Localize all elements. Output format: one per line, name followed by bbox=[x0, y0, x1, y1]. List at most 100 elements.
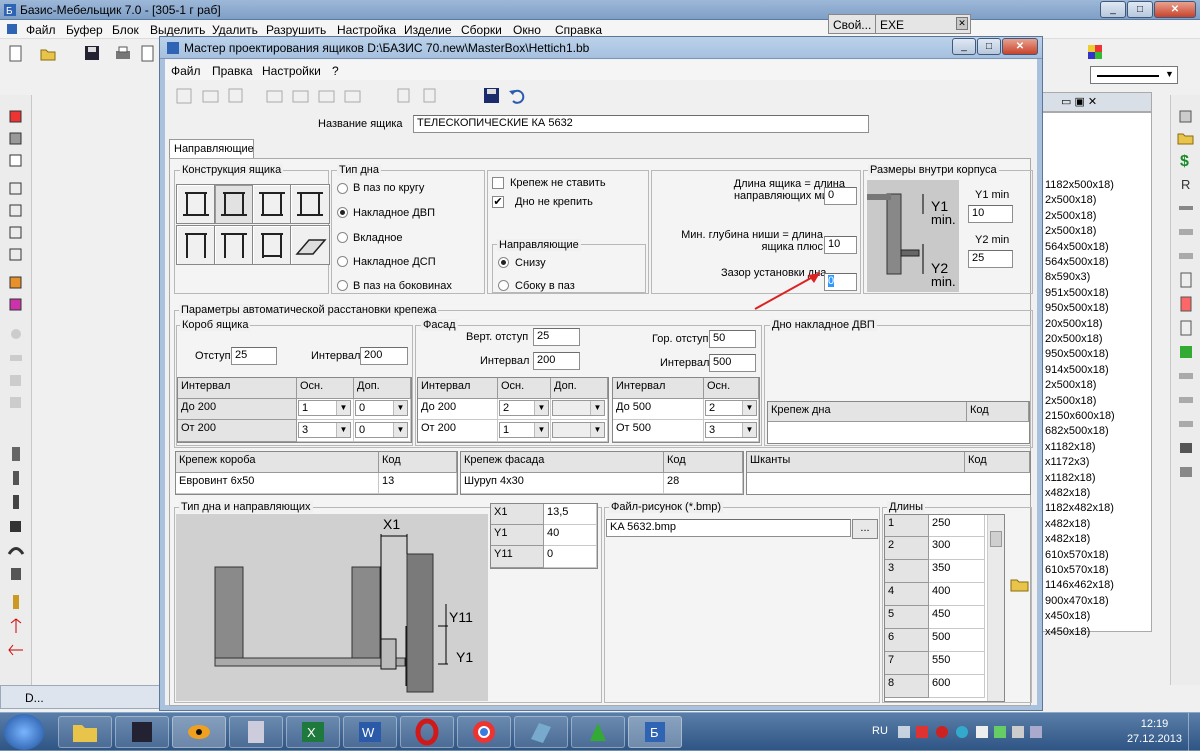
construction-option-5[interactable] bbox=[176, 225, 216, 265]
box-icon[interactable] bbox=[7, 179, 25, 197]
y1-min-input[interactable]: 10 bbox=[968, 205, 1013, 223]
table-cell[interactable]: 3 ▼ bbox=[297, 420, 354, 442]
facade-hor-interval-input[interactable]: 500 bbox=[709, 354, 756, 372]
language-indicator[interactable]: RU bbox=[872, 725, 888, 737]
table-cell[interactable]: ▼ bbox=[551, 399, 608, 420]
table-cell[interactable]: 0 ▼ bbox=[354, 399, 411, 420]
paste-icon[interactable] bbox=[421, 86, 439, 104]
lengths-scrollbar[interactable] bbox=[987, 515, 1004, 701]
length-row-value[interactable]: 400 bbox=[929, 583, 985, 606]
facade-extra-select-1[interactable]: ▼ bbox=[552, 400, 605, 416]
chevron-down-icon[interactable]: ▼ bbox=[534, 401, 548, 415]
chevron-down-icon[interactable]: ▼ bbox=[590, 423, 604, 437]
param-y11-value[interactable]: 0 bbox=[544, 546, 597, 568]
table-cell[interactable]: Евровинт 6x50 bbox=[176, 473, 379, 494]
shelf-icon[interactable] bbox=[1177, 415, 1195, 433]
clock[interactable]: 12:19 27.12.2013 bbox=[1127, 717, 1182, 747]
green-icon[interactable] bbox=[1177, 343, 1195, 361]
param-x1-value[interactable]: 13,5 bbox=[544, 504, 597, 525]
orange-cube-icon[interactable] bbox=[7, 273, 25, 291]
shelf-icon[interactable] bbox=[1177, 223, 1195, 241]
tool-icon[interactable] bbox=[7, 371, 25, 389]
length-row-value[interactable]: 550 bbox=[929, 652, 985, 675]
box-icon[interactable] bbox=[7, 245, 25, 263]
exe-close-icon[interactable]: ✕ bbox=[956, 17, 968, 30]
dlg-menu-file[interactable]: Файл bbox=[171, 64, 201, 78]
edit-icon[interactable] bbox=[343, 86, 361, 104]
taskbar-word[interactable]: W bbox=[343, 716, 397, 748]
panel-icon[interactable] bbox=[7, 469, 25, 487]
print-icon[interactable] bbox=[114, 45, 132, 63]
box-extra-select-1[interactable]: 0 ▼ bbox=[355, 400, 408, 416]
edit-icon[interactable] bbox=[317, 86, 335, 104]
table-cell[interactable]: 28 bbox=[664, 473, 743, 494]
edit-icon[interactable] bbox=[265, 86, 283, 104]
taskbar-explorer[interactable] bbox=[58, 716, 112, 748]
bottom-type-radio-2[interactable] bbox=[337, 207, 348, 218]
close-button[interactable]: ✕ bbox=[1154, 1, 1196, 18]
bg-panel-buttons-icon[interactable]: ▭ ▣ ✕ bbox=[1061, 95, 1097, 108]
color-cube-icon[interactable] bbox=[7, 295, 25, 313]
box-icon[interactable] bbox=[7, 223, 25, 241]
box-interval-input[interactable]: 200 bbox=[360, 347, 408, 365]
menu-product[interactable]: Изделие bbox=[404, 23, 452, 37]
no-fastener-checkbox[interactable] bbox=[492, 177, 504, 189]
menu-delete[interactable]: Удалить bbox=[212, 23, 258, 37]
tool-icon[interactable] bbox=[1177, 107, 1195, 125]
preview-icon[interactable] bbox=[140, 45, 158, 63]
color-palette-icon[interactable] bbox=[1088, 45, 1102, 59]
menu-file[interactable]: Файл bbox=[26, 23, 56, 37]
box-offset-input[interactable]: 25 bbox=[231, 347, 277, 365]
bottom-type-radio-5[interactable] bbox=[337, 280, 348, 291]
menu-window[interactable]: Окно bbox=[513, 23, 541, 37]
dollar-icon[interactable]: $ bbox=[1177, 151, 1195, 169]
chevron-down-icon[interactable]: ▼ bbox=[336, 401, 350, 415]
table-cell[interactable]: 2 ▼ bbox=[498, 399, 551, 420]
cabinet-icon[interactable] bbox=[1177, 271, 1195, 289]
bottom-type-radio-4[interactable] bbox=[337, 256, 348, 267]
drawer-name-input[interactable]: ТЕЛЕСКОПИЧЕСКИЕ КА 5632 bbox=[413, 115, 869, 133]
browse-button[interactable]: ... bbox=[852, 519, 878, 539]
menu-destroy[interactable]: Разрушить bbox=[266, 23, 326, 37]
box-main-select-2[interactable]: 3 ▼ bbox=[298, 422, 351, 438]
panel-icon[interactable] bbox=[7, 517, 25, 535]
folder-open-icon[interactable] bbox=[1010, 575, 1030, 593]
start-button[interactable] bbox=[4, 714, 44, 750]
picture-file-input[interactable]: KA 5632.bmp bbox=[606, 519, 851, 537]
tool-icon[interactable] bbox=[7, 393, 25, 411]
chevron-down-icon[interactable]: ▼ bbox=[742, 423, 756, 437]
cube-icon[interactable] bbox=[7, 107, 25, 125]
r-icon[interactable]: R bbox=[1177, 175, 1195, 193]
save-icon[interactable] bbox=[482, 86, 500, 104]
length-row-value[interactable]: 600 bbox=[929, 675, 985, 698]
table-cell[interactable]: 1 ▼ bbox=[297, 399, 354, 420]
construction-option-8[interactable] bbox=[290, 225, 330, 265]
save-icon[interactable] bbox=[84, 45, 102, 63]
open-folder-icon[interactable] bbox=[40, 45, 58, 63]
box-icon[interactable] bbox=[1177, 463, 1195, 481]
guides-radio-bottom[interactable] bbox=[498, 257, 509, 268]
dialog-minimize-button[interactable]: _ bbox=[952, 38, 976, 55]
dlg-menu-help[interactable]: ? bbox=[332, 64, 339, 78]
chevron-down-icon[interactable]: ▼ bbox=[393, 423, 407, 437]
cube-icon[interactable] bbox=[7, 129, 25, 147]
facade-main-select-2[interactable]: 1 ▼ bbox=[499, 422, 549, 438]
chevron-down-icon[interactable]: ▼ bbox=[393, 401, 407, 415]
length-row-value[interactable]: 450 bbox=[929, 606, 985, 629]
minimize-button[interactable]: _ bbox=[1100, 1, 1126, 18]
menu-assemblies[interactable]: Сборки bbox=[461, 23, 502, 37]
shelf-icon[interactable] bbox=[1177, 247, 1195, 265]
dimension-icon[interactable] bbox=[7, 617, 25, 635]
dlg-menu-edit[interactable]: Правка bbox=[212, 64, 253, 78]
table-cell[interactable]: 2 ▼ bbox=[704, 399, 759, 420]
chevron-down-icon[interactable]: ▼ bbox=[590, 401, 604, 415]
table-cell[interactable]: ▼ bbox=[551, 420, 608, 442]
dialog-close-button[interactable]: ✕ bbox=[1002, 38, 1038, 55]
table-cell[interactable]: Шуруп 4x30 bbox=[461, 473, 664, 494]
cabinet-icon[interactable] bbox=[1177, 319, 1195, 337]
tool-icon[interactable] bbox=[7, 349, 25, 367]
copy-icon[interactable] bbox=[395, 86, 413, 104]
shelf-icon[interactable] bbox=[1177, 367, 1195, 385]
facade-hor-offset-input[interactable]: 50 bbox=[709, 330, 756, 348]
facade-main-select-1[interactable]: 2 ▼ bbox=[499, 400, 549, 416]
